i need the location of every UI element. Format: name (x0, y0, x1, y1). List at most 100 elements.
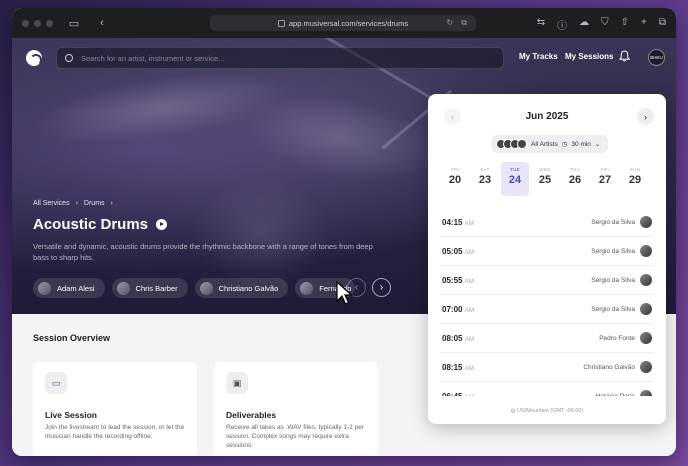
day-option[interactable]: SAT 23 (471, 162, 499, 196)
tabs-icon[interactable]: ⧉ (659, 17, 666, 32)
next-month-button[interactable]: › (637, 108, 654, 125)
window-controls[interactable] (22, 19, 53, 27)
slot-period: AM (464, 277, 475, 285)
timezone-label: ◍ US/Mountain (GMT -06:00) (428, 396, 666, 424)
chevron-down-icon: ⌄ (594, 141, 601, 148)
address-bar[interactable]: app.musiversal.com/services/drums ↻ ⧉ (210, 15, 476, 31)
time-slot[interactable]: 04:15 AM Sérgio da Silva (440, 208, 654, 237)
page-title: Acoustic Drums (33, 216, 168, 233)
search-bar[interactable] (56, 47, 504, 69)
slot-artist: Sérgio da Silva (591, 303, 652, 315)
artist-chip[interactable]: Chris Barber (111, 278, 188, 298)
shield-icon[interactable]: ⛉ (601, 17, 609, 32)
card-description: Receive all takes as .WAV files, typical… (226, 424, 364, 449)
booking-calendar: ‹ Jun 2025 › All Artists ◷ 30 min ⌄ FRI 2… (428, 94, 666, 424)
day-name: TUE (510, 167, 520, 172)
day-name: SAT (480, 167, 490, 172)
section-title: Session Overview (33, 333, 111, 343)
toolbar-icons: ⇆ ⓘ ☁ ⛉ ⇧ + ⧉ (537, 17, 666, 32)
info-icon[interactable]: ⓘ (557, 17, 567, 32)
page-icon (277, 19, 285, 27)
day-option[interactable]: THU 26 (561, 162, 589, 196)
mouse-cursor-icon (336, 281, 354, 305)
new-tab-icon[interactable]: + (641, 17, 647, 32)
day-date: 27 (598, 174, 612, 186)
chevron-right-icon: › (110, 200, 113, 207)
slot-period: AM (464, 219, 475, 227)
day-name: WED (539, 167, 551, 172)
day-date: 25 (538, 174, 552, 186)
artist-avatar (640, 303, 652, 315)
day-option[interactable]: SUN 29 (621, 162, 649, 196)
time-slot[interactable]: 05:05 AM Sérgio da Silva (440, 237, 654, 266)
artist-avatar (300, 281, 314, 295)
logo-icon[interactable] (26, 50, 42, 66)
month-label: Jun 2025 (525, 111, 569, 122)
breadcrumb-drums[interactable]: Drums (84, 200, 105, 207)
day-date: 26 (568, 174, 582, 186)
slot-artist-name: Pedro Fonte (599, 334, 635, 342)
artist-avatar (38, 281, 51, 295)
time-slot[interactable]: 08:15 AM Christiano Galvão (440, 353, 654, 382)
bell-icon[interactable] (619, 50, 630, 62)
artist-name: Christiano Galvão (218, 283, 279, 293)
artist-avatar (116, 281, 130, 295)
artist-avatar (640, 216, 652, 228)
browser-chrome: ▭ ‹ app.musiversal.com/services/drums ↻ … (12, 8, 676, 38)
slot-artist-name: Sérgio da Silva (591, 305, 635, 313)
my-tracks-link[interactable]: My Tracks (519, 52, 558, 61)
card-title: Deliverables (226, 410, 277, 420)
slot-artist: Christiano Galvão (583, 361, 652, 373)
time-slot[interactable]: 05:55 AM Sérgio da Silva (440, 266, 654, 295)
artist-list: Adam Alesi Chris Barber Christiano Galvã… (33, 278, 356, 298)
slot-period: AM (464, 248, 475, 256)
sidebar-toggle-icon[interactable]: ▭ (67, 17, 81, 30)
back-icon[interactable]: ‹ (95, 17, 109, 29)
folder-icon: ▣ (226, 372, 248, 394)
slot-period: AM (464, 335, 475, 343)
cloud-icon[interactable]: ☁ (579, 17, 589, 32)
card-title: Live Session (45, 410, 97, 420)
artists-next-button[interactable]: › (372, 278, 391, 297)
day-name: SUN (629, 167, 641, 172)
share-icon[interactable]: ⇧ (621, 17, 629, 32)
slot-artist: Sérgio da Silva (591, 245, 652, 257)
extension-icon[interactable]: ⇆ (537, 17, 545, 32)
search-icon (65, 54, 73, 62)
artist-chip[interactable]: Adam Alesi (33, 278, 105, 298)
filter-label: All Artists (531, 140, 558, 148)
reload-icon[interactable]: ↻ ⧉ (446, 18, 470, 28)
day-option[interactable]: FRI 27 (591, 162, 619, 196)
day-option[interactable]: WED 25 (531, 162, 559, 196)
artist-avatar (640, 332, 652, 344)
slot-artist-name: Sérgio da Silva (591, 247, 635, 255)
artist-name: Adam Alesi (57, 283, 95, 293)
slot-time: 08:05 AM (442, 333, 475, 343)
play-icon[interactable] (156, 219, 168, 230)
page-title-text: Acoustic Drums (33, 216, 149, 233)
artist-chip[interactable]: Christiano Galvão (194, 278, 289, 298)
service-description: Versatile and dynamic, acoustic drums pr… (33, 242, 373, 262)
artist-avatar (640, 361, 652, 373)
time-slot[interactable]: 07:00 AM Sérgio da Silva (440, 295, 654, 324)
day-date: 23 (478, 174, 492, 186)
breadcrumb-all-services[interactable]: All Services (33, 200, 70, 207)
day-option[interactable]: FRI 20 (441, 162, 469, 196)
slot-time: 05:55 AM (442, 275, 475, 285)
breadcrumb: All Services › Drums › (33, 200, 113, 207)
top-nav: My Tracks My Sessions BHKU (12, 38, 676, 78)
artist-avatars (496, 139, 527, 149)
cast-icon: ▭ (45, 372, 67, 394)
day-option[interactable]: TUE 24 (501, 162, 529, 196)
artist-avatar (640, 274, 652, 286)
artist-filter-dropdown[interactable]: All Artists ◷ 30 min ⌄ (492, 135, 609, 153)
search-input[interactable] (81, 53, 481, 63)
slot-period: AM (464, 306, 475, 314)
slot-artist: Sérgio da Silva (591, 274, 652, 286)
user-avatar[interactable]: BHKU (648, 49, 665, 66)
my-sessions-link[interactable]: My Sessions (565, 52, 613, 61)
day-name: FRI (450, 167, 460, 172)
drum-image (192, 178, 332, 288)
slot-time: 07:00 AM (442, 304, 475, 314)
time-slot[interactable]: 08:05 AM Pedro Fonte (440, 324, 654, 353)
